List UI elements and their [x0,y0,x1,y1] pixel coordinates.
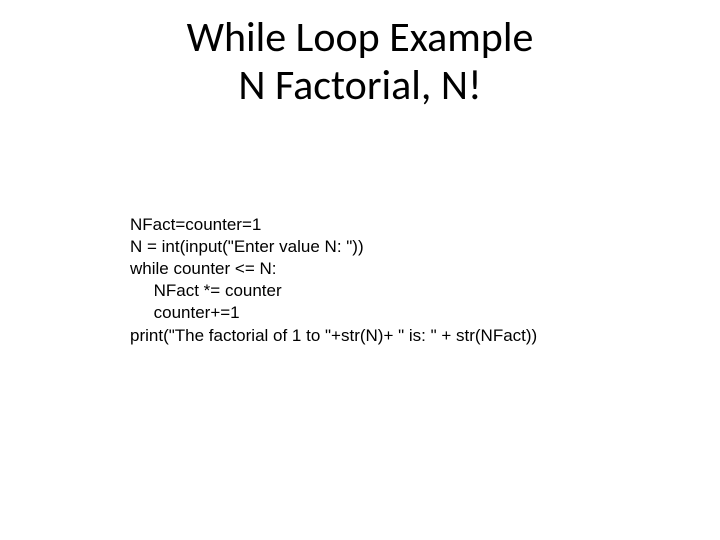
title-line-2: N Factorial, N! [0,62,720,110]
code-line-4: NFact *= counter [130,281,282,300]
code-line-3: while counter <= N: [130,259,276,278]
code-line-1: NFact=counter=1 [130,215,261,234]
slide-title: While Loop Example N Factorial, N! [0,0,720,111]
title-line-1: While Loop Example [0,14,720,62]
code-line-5: counter+=1 [130,303,240,322]
code-example: NFact=counter=1 N = int(input("Enter val… [130,192,537,347]
code-line-6: print("The factorial of 1 to "+str(N)+ "… [130,326,537,345]
code-line-2: N = int(input("Enter value N: ")) [130,237,364,256]
